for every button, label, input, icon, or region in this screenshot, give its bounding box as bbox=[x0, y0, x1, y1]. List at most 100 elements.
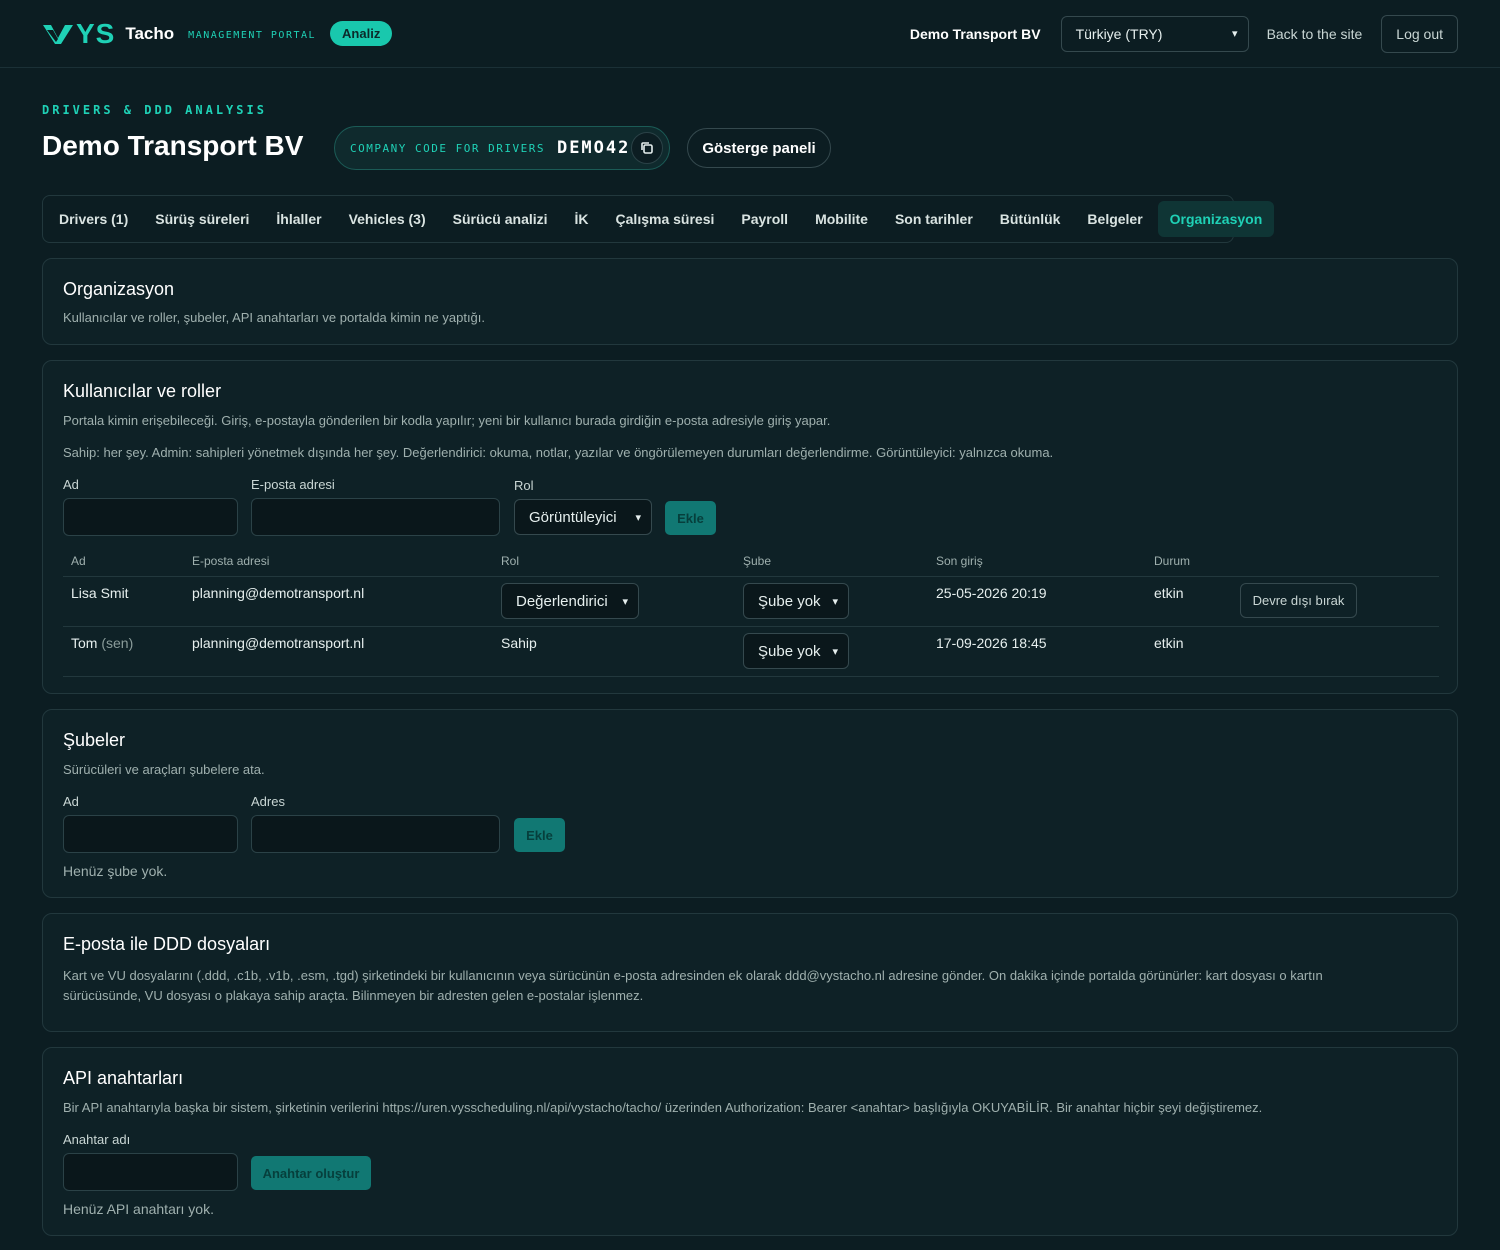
user-branch-value: Şube yok bbox=[758, 592, 821, 610]
col-branch: Şube bbox=[743, 554, 772, 568]
create-key-button[interactable]: Anahtar oluştur bbox=[251, 1156, 371, 1190]
branch-name-input[interactable] bbox=[63, 815, 238, 853]
user-name-input[interactable] bbox=[63, 498, 238, 536]
table-divider bbox=[63, 576, 1439, 577]
chevron-down-icon: ▾ bbox=[635, 511, 641, 524]
tab-belgeler[interactable]: Belgeler bbox=[1075, 201, 1154, 237]
col-name: Ad bbox=[71, 554, 86, 568]
chevron-down-icon: ▾ bbox=[832, 645, 838, 658]
api-keys-description: Bir API anahtarıyla başka bir sistem, şi… bbox=[63, 1100, 1263, 1115]
chevron-down-icon: ▾ bbox=[1232, 28, 1238, 40]
chevron-down-icon: ▾ bbox=[832, 595, 838, 608]
user-role-value: Değerlendirici bbox=[516, 592, 608, 610]
branches-title: Şubeler bbox=[63, 730, 126, 750]
user-email: planning@demotransport.nl bbox=[192, 585, 365, 601]
logo-v-icon bbox=[43, 24, 73, 44]
organization-card: Organizasyon Kullanıcılar ve roller, şub… bbox=[42, 258, 1458, 345]
tab-i-hlaller[interactable]: İhlaller bbox=[264, 201, 333, 237]
branch-name-label: Ad bbox=[63, 794, 79, 809]
role-label: Rol bbox=[514, 478, 534, 493]
user-branch-value: Şube yok bbox=[758, 642, 821, 660]
tab-bütünlük[interactable]: Bütünlük bbox=[988, 201, 1073, 237]
tab-drivers-1[interactable]: Drivers (1) bbox=[47, 201, 140, 237]
logo[interactable]: YS Tacho MANAGEMENT PORTAL bbox=[42, 18, 316, 50]
branches-description: Sürücüleri ve araçları şubelere ata. bbox=[63, 762, 265, 777]
logo-mark: YS bbox=[42, 18, 115, 50]
branches-empty-text: Henüz şube yok. bbox=[63, 863, 168, 879]
user-branch-select[interactable]: Şube yok ▾ bbox=[743, 583, 849, 619]
logout-button[interactable]: Log out bbox=[1381, 14, 1458, 53]
user-role: Sahip bbox=[501, 635, 537, 651]
company-code-label: COMPANY CODE FOR DRIVERS bbox=[350, 141, 545, 155]
company-code-pill: COMPANY CODE FOR DRIVERS DEMO42 bbox=[334, 126, 670, 170]
tab-çalışma-süresi[interactable]: Çalışma süresi bbox=[604, 201, 727, 237]
deactivate-user-button[interactable]: Devre dışı bırak bbox=[1240, 583, 1357, 618]
branch-address-label: Adres bbox=[251, 794, 285, 809]
analysis-badge[interactable]: Analiz bbox=[330, 21, 393, 46]
user-name: Lisa Smit bbox=[71, 585, 129, 601]
key-name-label: Anahtar adı bbox=[63, 1132, 131, 1147]
organization-title: Organizasyon bbox=[63, 279, 175, 299]
branches-card: Şubeler Sürücüleri ve araçları şubelere … bbox=[42, 709, 1458, 898]
user-last-login: 25-05-2026 20:19 bbox=[936, 585, 1047, 601]
back-to-site-link[interactable]: Back to the site bbox=[1267, 26, 1363, 42]
tab-i-k[interactable]: İK bbox=[563, 201, 601, 237]
col-role: Rol bbox=[501, 554, 520, 568]
user-branch-select[interactable]: Şube yok ▾ bbox=[743, 633, 849, 669]
roles-description: Sahip: her şey. Admin: sahipleri yönetme… bbox=[63, 445, 1054, 460]
email-ddd-title: E-posta ile DDD dosyaları bbox=[63, 934, 271, 954]
current-company: Demo Transport BV bbox=[909, 25, 1041, 42]
dashboard-button[interactable]: Gösterge paneli bbox=[687, 128, 831, 168]
country-select-value: Türkiye (TRY) bbox=[1075, 25, 1163, 42]
users-description: Portala kimin erişebileceği. Giriş, e-po… bbox=[63, 413, 831, 428]
chevron-down-icon: ▾ bbox=[622, 595, 628, 608]
email-ddd-description: Kart ve VU dosyalarını (.ddd, .c1b, .v1b… bbox=[63, 968, 1323, 1003]
tab-sürüş-süreleri[interactable]: Sürüş süreleri bbox=[143, 201, 261, 237]
page-eyebrow: DRIVERS & DDD ANALYSIS bbox=[42, 103, 267, 117]
user-status: etkin bbox=[1154, 635, 1184, 651]
branch-address-input[interactable] bbox=[251, 815, 500, 853]
user-name-text: Tom bbox=[71, 635, 98, 651]
table-divider bbox=[63, 626, 1439, 627]
col-last-login: Son giriş bbox=[936, 554, 983, 568]
user-email: planning@demotransport.nl bbox=[192, 635, 365, 651]
tab-organizasyon[interactable]: Organizasyon bbox=[1157, 201, 1275, 237]
organization-description: Kullanıcılar ve roller, şubeler, API ana… bbox=[63, 310, 486, 325]
table-divider bbox=[63, 676, 1439, 677]
tab-vehicles-3[interactable]: Vehicles (3) bbox=[337, 201, 438, 237]
user-email-input[interactable] bbox=[251, 498, 500, 536]
brand-subtitle: MANAGEMENT PORTAL bbox=[188, 30, 317, 41]
users-title: Kullanıcılar ve roller bbox=[63, 381, 222, 401]
user-name: Tom (sen) bbox=[71, 635, 133, 651]
api-keys-card: API anahtarları Bir API anahtarıyla başk… bbox=[42, 1047, 1458, 1236]
users-card: Kullanıcılar ve roller Portala kimin eri… bbox=[42, 360, 1458, 694]
add-user-button[interactable]: Ekle bbox=[665, 501, 716, 535]
user-status: etkin bbox=[1154, 585, 1184, 601]
tab-son-tarihler[interactable]: Son tarihler bbox=[883, 201, 985, 237]
current-user-suffix: (sen) bbox=[101, 635, 134, 651]
tab-bar: Drivers (1) Sürüş süreleri İhlaller Vehicle… bbox=[42, 195, 1275, 243]
country-select[interactable]: Türkiye (TRY) ▾ bbox=[1060, 15, 1249, 52]
logo-text: YS bbox=[76, 17, 116, 49]
company-code-value: DEMO42 bbox=[556, 138, 631, 158]
col-status: Durum bbox=[1154, 554, 1191, 568]
copy-code-button[interactable] bbox=[631, 132, 663, 164]
top-bar: YS Tacho MANAGEMENT PORTAL Analiz Demo T… bbox=[0, 0, 1500, 68]
name-label: Ad bbox=[63, 477, 79, 492]
tab-sürücü-analizi[interactable]: Sürücü analizi bbox=[441, 201, 560, 237]
api-keys-empty-text: Henüz API anahtarı yok. bbox=[63, 1201, 214, 1217]
copy-icon bbox=[641, 142, 653, 154]
user-role-select[interactable]: Değerlendirici ▾ bbox=[501, 583, 639, 619]
api-keys-title: API anahtarları bbox=[63, 1068, 184, 1088]
tab-payroll[interactable]: Payroll bbox=[729, 201, 800, 237]
role-select[interactable]: Görüntüleyici ▾ bbox=[514, 499, 652, 535]
page-title: Demo Transport BV bbox=[42, 130, 304, 161]
add-branch-button[interactable]: Ekle bbox=[514, 818, 565, 852]
tab-mobilite[interactable]: Mobilite bbox=[803, 201, 880, 237]
user-last-login: 17-09-2026 18:45 bbox=[936, 635, 1047, 651]
email-label: E-posta adresi bbox=[251, 477, 335, 492]
key-name-input[interactable] bbox=[63, 1153, 238, 1191]
brand-name: Tacho bbox=[125, 23, 175, 43]
role-select-value: Görüntüleyici bbox=[529, 508, 617, 526]
col-email: E-posta adresi bbox=[192, 554, 270, 568]
